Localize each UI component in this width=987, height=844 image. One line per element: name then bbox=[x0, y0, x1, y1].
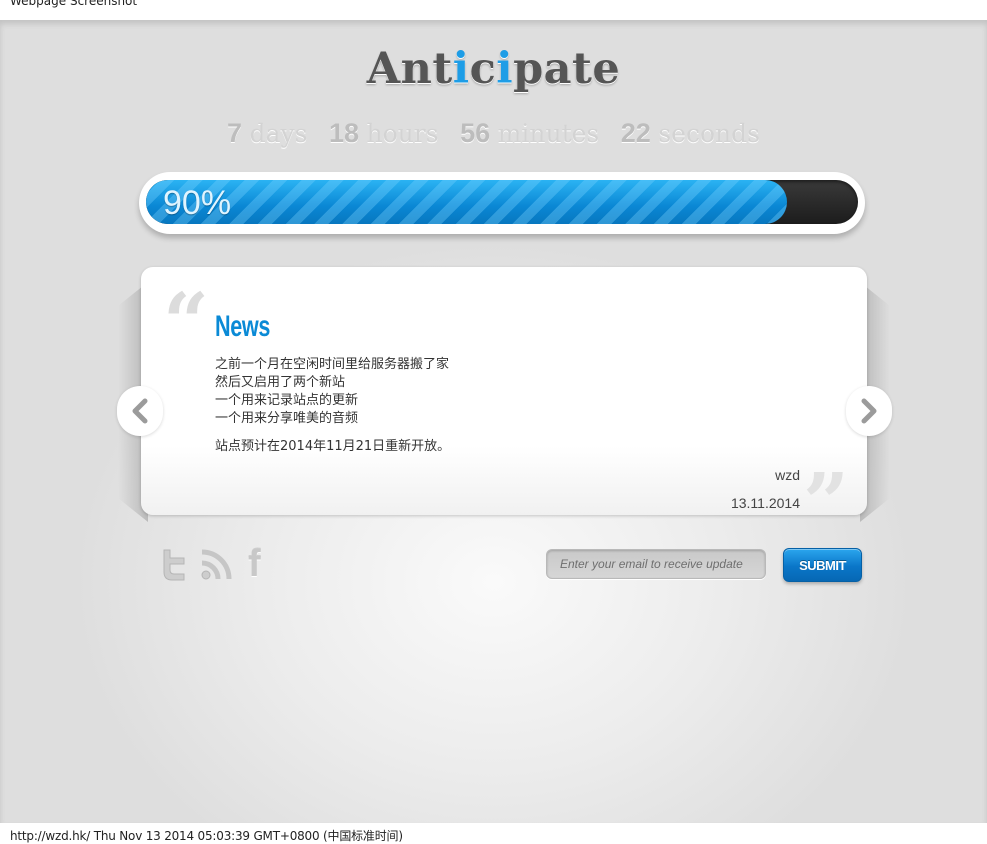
site-logo: Anticipate bbox=[0, 44, 987, 94]
logo-part: c bbox=[469, 44, 497, 94]
twitter-icon bbox=[163, 549, 185, 581]
window-title: Webpage Screenshot bbox=[10, 0, 138, 8]
status-bar-text: http://wzd.hk/ Thu Nov 13 2014 05:03:39 … bbox=[10, 829, 403, 843]
logo-part: pate bbox=[513, 44, 621, 94]
logo-dotted-i: i bbox=[452, 44, 470, 94]
news-title: News bbox=[215, 310, 270, 343]
facebook-link[interactable]: f bbox=[248, 543, 261, 585]
logo-dotted-i: i bbox=[496, 44, 514, 94]
news-line: 一个用来分享唯美的音频 bbox=[215, 411, 359, 426]
progress-bar: 90% bbox=[139, 172, 865, 234]
status-bar: http://wzd.hk/ Thu Nov 13 2014 05:03:39 … bbox=[0, 823, 987, 843]
news-line: 然后又启用了两个新站 bbox=[215, 375, 346, 390]
countdown-seconds-value: 22 bbox=[620, 118, 651, 148]
countdown-days-value: 7 bbox=[227, 118, 243, 148]
news-line: 之前一个月在空闲时间里给服务器搬了家 bbox=[215, 357, 450, 372]
previous-slide-button[interactable] bbox=[117, 386, 163, 436]
rss-icon bbox=[201, 549, 232, 580]
twitter-link[interactable] bbox=[160, 546, 188, 582]
rss-link[interactable] bbox=[200, 546, 234, 582]
open-quote-icon: “ bbox=[163, 275, 210, 369]
news-body: 之前一个月在空闲时间里给服务器搬了家 然后又启用了两个新站 一个用来记录站点的更… bbox=[215, 356, 450, 456]
countdown-minutes-unit: minutes bbox=[497, 119, 600, 148]
facebook-icon: f bbox=[248, 542, 261, 585]
chevron-left-icon bbox=[132, 398, 148, 424]
window-title-bar: Webpage Screenshot bbox=[0, 0, 987, 20]
news-date: 13.11.2014 bbox=[730, 495, 800, 511]
news-line: 一个用来记录站点的更新 bbox=[215, 393, 359, 408]
close-quote-icon: ” bbox=[803, 455, 850, 549]
submit-button[interactable]: SUBMIT bbox=[783, 548, 862, 582]
countdown-hours-unit: hours bbox=[366, 119, 439, 148]
countdown-days-unit: days bbox=[249, 119, 308, 148]
countdown: 7 days 18 hours 56 minutes 22 seconds bbox=[0, 118, 987, 149]
logo-part: Ant bbox=[366, 44, 453, 94]
email-input[interactable] bbox=[546, 549, 766, 579]
countdown-hours-value: 18 bbox=[328, 118, 360, 148]
news-paragraph: 站点预计在2014年11月21日重新开放。 bbox=[215, 439, 451, 454]
next-slide-button[interactable] bbox=[846, 386, 892, 436]
chevron-right-icon bbox=[861, 398, 877, 424]
countdown-seconds-unit: seconds bbox=[658, 119, 760, 148]
progress-label: 90% bbox=[163, 184, 232, 222]
countdown-minutes-value: 56 bbox=[460, 118, 491, 148]
news-author: wzd bbox=[775, 467, 800, 483]
progress-track: 90% bbox=[146, 180, 858, 224]
progress-fill bbox=[146, 180, 787, 224]
